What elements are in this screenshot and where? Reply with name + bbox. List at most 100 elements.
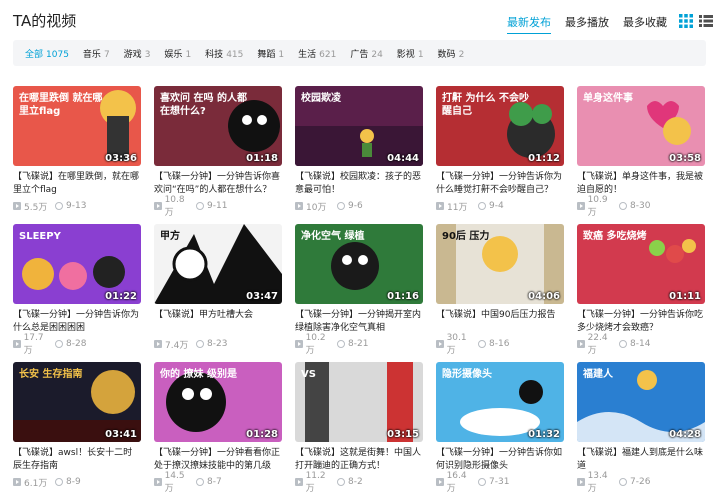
play-count: 30.1万 xyxy=(436,333,474,356)
video-thumbnail[interactable]: VS 03:15 xyxy=(295,362,423,442)
play-count: 11.2万 xyxy=(295,471,333,494)
video-title[interactable]: 【飞碟一分钟】一分钟告诉你喜欢问“在吗”的人都在想什么？ xyxy=(154,171,282,197)
page-header: TA的视频 最新发布 最多播放 最多收藏 xyxy=(13,10,713,34)
play-count: 22.4万 xyxy=(577,333,615,356)
sort-tab-most-favorited[interactable]: 最多收藏 xyxy=(623,14,667,34)
grid-view-icon[interactable] xyxy=(679,14,693,28)
filter-item[interactable]: 生活 621 xyxy=(298,47,336,60)
video-thumbnail[interactable]: 在哪里跌倒 就在哪里立flag 03:36 xyxy=(13,86,141,166)
video-title[interactable]: 【飞碟说】单身这件事，我是被迫自愿的！ xyxy=(577,171,705,197)
video-title[interactable]: 【飞碟说】这就是街舞！中国人打开蹦迪的正确方式！ xyxy=(295,447,423,473)
date-icon xyxy=(337,478,345,486)
video-card[interactable]: 长安 生存指南 03:41 【飞碟说】awsl！长安十二时辰生存指南 6.1万 8-9 xyxy=(13,362,141,490)
video-card[interactable]: 净化空气 绿植 01:16 【飞碟一分钟】一分钟揭开室内绿植除害净化空气真相 10.2… xyxy=(295,224,423,356)
video-card[interactable]: 校园欺凌 04:44 【飞碟说】校园欺凌：孩子的恶意最可怕！ 10万 9-6 xyxy=(295,86,423,214)
video-card[interactable]: 隐形摄像头 01:32 【飞碟一分钟】一分钟告诉你如何识别隐形摄像头 16.4万 7-3… xyxy=(436,362,564,494)
video-title[interactable]: 【飞碟一分钟】一分钟揭开室内绿植除害净化空气真相 xyxy=(295,309,423,335)
video-thumbnail[interactable]: 甲方 03:47 xyxy=(154,224,282,304)
filter-count: 1075 xyxy=(46,49,69,60)
play-count-icon xyxy=(13,340,21,348)
video-card[interactable]: VS 03:15 【飞碟说】这就是街舞！中国人打开蹦迪的正确方式！ 11.2万 8-2 xyxy=(295,362,423,494)
video-card[interactable]: 福建人 04:28 【飞碟说】福建人到底是什么味道 13.4万 7-26 xyxy=(577,362,705,494)
play-count: 10.8万 xyxy=(154,195,192,218)
filter-item[interactable]: 音乐 7 xyxy=(83,47,110,60)
date-icon xyxy=(478,478,486,486)
video-title[interactable]: 【飞碟一分钟】一分钟看看你正处于撩汉撩妹技能中的第几级 xyxy=(154,447,282,473)
video-title[interactable]: 【飞碟说】甲方吐槽大会 xyxy=(154,309,282,335)
thumbnail-text: 致癌 多吃烧烤 xyxy=(583,231,647,242)
upload-date-value: 9-6 xyxy=(348,201,363,211)
date-icon xyxy=(196,340,204,348)
video-thumbnail[interactable]: 隐形摄像头 01:32 xyxy=(436,362,564,442)
filter-item[interactable]: 广告 24 xyxy=(350,47,382,60)
video-title[interactable]: 【飞碟说】校园欺凌：孩子的恶意最可怕！ xyxy=(295,171,423,197)
filter-item[interactable]: 科技 415 xyxy=(205,47,243,60)
video-thumbnail[interactable]: 你的 撩妹 级别是 01:28 xyxy=(154,362,282,442)
video-thumbnail[interactable]: 长安 生存指南 03:41 xyxy=(13,362,141,442)
upload-date: 7-31 xyxy=(478,477,509,487)
filter-count: 1 xyxy=(278,49,285,60)
video-card[interactable]: 在哪里跌倒 就在哪里立flag 03:36 【飞碟说】在哪里跌倒，就在哪里立个fla… xyxy=(13,86,141,214)
video-card[interactable]: SLEEPY 01:22 【飞碟一分钟】一分钟告诉你为什么总是困困困困 17.7万 8-… xyxy=(13,224,141,356)
video-thumbnail[interactable]: 单身这件事 03:58 xyxy=(577,86,705,166)
video-thumbnail[interactable]: 校园欺凌 04:44 xyxy=(295,86,423,166)
filter-item[interactable]: 舞蹈 1 xyxy=(257,47,284,60)
video-thumbnail[interactable]: 致癌 多吃烧烤 01:11 xyxy=(577,224,705,304)
list-view-icon[interactable] xyxy=(699,14,713,28)
video-title[interactable]: 【飞碟一分钟】一分钟告诉你为什么睡觉打鼾不会吵醒自己？ xyxy=(436,171,564,197)
upload-date: 9-13 xyxy=(55,201,86,211)
date-icon xyxy=(55,478,63,486)
video-title[interactable]: 【飞碟一分钟】一分钟告诉你吃多少烧烤才会致癌？ xyxy=(577,309,705,335)
video-card[interactable]: 甲方 03:47 【飞碟说】甲方吐槽大会 7.4万 8-23 xyxy=(154,224,282,352)
video-thumbnail[interactable]: 90后 压力 04:06 xyxy=(436,224,564,304)
video-card[interactable]: 喜欢问 在吗 的人都在想什么? 01:18 【飞碟一分钟】一分钟告诉你喜欢问“在吗”… xyxy=(154,86,282,218)
play-count-icon xyxy=(295,478,303,486)
sort-tab-most-played[interactable]: 最多播放 xyxy=(565,14,609,34)
sort-tab-latest[interactable]: 最新发布 xyxy=(507,14,551,34)
play-count-value: 7.4万 xyxy=(165,340,189,351)
upload-date: 9-4 xyxy=(478,201,504,211)
filter-label: 音乐 xyxy=(82,49,101,60)
filter-item[interactable]: 游戏 3 xyxy=(124,47,151,60)
upload-date-value: 8-9 xyxy=(66,477,81,487)
video-card[interactable]: 打鼾 为什么 不会吵醒自己 01:12 【飞碟一分钟】一分钟告诉你为什么睡觉打鼾不会… xyxy=(436,86,564,214)
video-title[interactable]: 【飞碟一分钟】一分钟告诉你如何识别隐形摄像头 xyxy=(436,447,564,473)
date-icon xyxy=(196,202,204,210)
date-icon xyxy=(196,478,204,486)
play-count-value: 11.2万 xyxy=(305,470,326,494)
filter-item[interactable]: 全部 1075 xyxy=(25,47,69,60)
video-duration: 03:47 xyxy=(246,291,278,302)
video-title[interactable]: 【飞碟说】awsl！长安十二时辰生存指南 xyxy=(13,447,141,473)
play-count-icon xyxy=(13,478,21,486)
filter-item[interactable]: 影视 1 xyxy=(397,47,424,60)
video-title[interactable]: 【飞碟说】中国90后压力报告 xyxy=(436,309,564,335)
thumbnail-text: VS xyxy=(301,369,316,380)
play-count-value: 10.9万 xyxy=(587,194,608,218)
video-card[interactable]: 90后 压力 04:06 【飞碟说】中国90后压力报告 30.1万 8-16 xyxy=(436,224,564,356)
video-thumbnail[interactable]: 净化空气 绿植 01:16 xyxy=(295,224,423,304)
upload-date: 8-2 xyxy=(337,477,363,487)
upload-date: 8-21 xyxy=(337,339,368,349)
video-thumbnail[interactable]: 喜欢问 在吗 的人都在想什么? 01:18 xyxy=(154,86,282,166)
filter-label: 广告 xyxy=(350,49,369,60)
filter-label: 数码 xyxy=(437,49,456,60)
play-count: 13.4万 xyxy=(577,471,615,494)
thumbnail-text: 校园欺凌 xyxy=(301,93,341,104)
video-thumbnail[interactable]: SLEEPY 01:22 xyxy=(13,224,141,304)
video-thumbnail[interactable]: 福建人 04:28 xyxy=(577,362,705,442)
video-thumbnail[interactable]: 打鼾 为什么 不会吵醒自己 01:12 xyxy=(436,86,564,166)
play-count-value: 10.8万 xyxy=(164,194,185,218)
thumbnail-text: 喜欢问 在吗 的人都在想什么? xyxy=(160,93,247,117)
video-title[interactable]: 【飞碟说】福建人到底是什么味道 xyxy=(577,447,705,473)
filter-item[interactable]: 娱乐 1 xyxy=(164,47,191,60)
filter-count: 2 xyxy=(458,49,465,60)
video-card[interactable]: 致癌 多吃烧烤 01:11 【飞碟一分钟】一分钟告诉你吃多少烧烤才会致癌？ 22.4万… xyxy=(577,224,705,356)
filter-item[interactable]: 数码 2 xyxy=(438,47,465,60)
video-title[interactable]: 【飞碟说】在哪里跌倒，就在哪里立个flag xyxy=(13,171,141,197)
filter-label: 舞蹈 xyxy=(257,49,276,60)
video-title[interactable]: 【飞碟一分钟】一分钟告诉你为什么总是困困困困 xyxy=(13,309,141,335)
video-duration: 01:12 xyxy=(528,153,560,164)
play-count-value: 5.5万 xyxy=(24,202,48,213)
video-card[interactable]: 单身这件事 03:58 【飞碟说】单身这件事，我是被迫自愿的！ 10.9万 8-30 xyxy=(577,86,705,218)
video-card[interactable]: 你的 撩妹 级别是 01:28 【飞碟一分钟】一分钟看看你正处于撩汉撩妹技能中的第几… xyxy=(154,362,282,494)
